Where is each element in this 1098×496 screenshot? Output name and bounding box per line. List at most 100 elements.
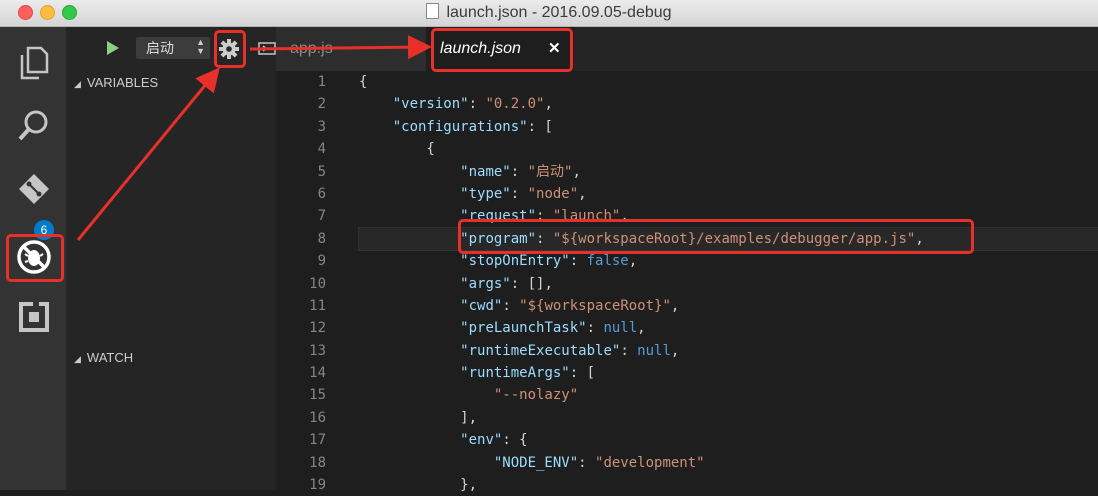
code-line: "runtimeArgs": [	[359, 362, 1098, 384]
code-token: "启动"	[527, 163, 573, 180]
code-lines: { "version": "0.2.0", "configurations": …	[358, 71, 1098, 496]
code-line: {	[359, 138, 1098, 160]
watch-section-header[interactable]: ◢ WATCH	[66, 347, 276, 369]
tab-app-js[interactable]: app.js	[276, 27, 426, 71]
code-line: "version": "0.2.0",	[359, 93, 1098, 115]
code-token: "preLaunchTask"	[460, 320, 587, 337]
code-token: : {	[502, 432, 528, 449]
code-token: :	[510, 163, 528, 180]
code-token: null	[637, 342, 671, 359]
collapse-triangle-icon: ◢	[74, 79, 81, 89]
code-token: "node"	[527, 185, 579, 202]
code-token: {	[359, 141, 435, 158]
code-token: ,	[637, 320, 646, 337]
annotation-box-debug-icon	[6, 234, 64, 282]
line-number: 14	[309, 365, 326, 382]
code-token: :	[569, 253, 587, 270]
line-number: 10	[309, 275, 326, 292]
line-number-gutter: 1 2 3 4 5 6 7 8 9 10 11 12 13 14 15 16 17 18 19	[276, 71, 346, 496]
title-bar: launch.json - 2016.09.05-debug	[0, 0, 1098, 27]
play-icon[interactable]	[106, 40, 120, 61]
line-number: 19	[309, 477, 326, 494]
line-number: 15	[309, 387, 326, 404]
line-number: 12	[309, 320, 326, 337]
code-token: :	[502, 297, 520, 314]
code-token: "${workspaceRoot}"	[519, 297, 671, 314]
tab-label: app.js	[290, 40, 333, 57]
line-number: 4	[317, 141, 326, 158]
code-line: "NODE_ENV": "development"	[359, 452, 1098, 474]
code-token: "name"	[460, 163, 511, 180]
code-token: :	[578, 454, 596, 471]
line-number: 11	[309, 297, 326, 314]
line-number: 16	[309, 409, 326, 426]
code-line: {	[359, 71, 1098, 93]
code-line: "env": {	[359, 429, 1098, 451]
code-token: null	[603, 320, 638, 337]
code-token: ,	[572, 163, 581, 180]
code-line: ],	[359, 407, 1098, 429]
code-line: "--nolazy"	[359, 384, 1098, 406]
code-token: "development"	[595, 454, 705, 471]
line-number: 9	[317, 253, 326, 270]
code-token: ,	[628, 253, 638, 270]
line-number: 5	[317, 163, 326, 180]
code-token: ,	[544, 96, 553, 113]
document-icon	[426, 3, 440, 19]
code-token: "runtimeExecutable"	[460, 342, 621, 359]
code-token: {	[359, 74, 368, 90]
code-line: "type": "node",	[359, 183, 1098, 205]
code-line: "runtimeExecutable": null,	[359, 340, 1098, 362]
extensions-icon[interactable]	[12, 295, 56, 339]
code-line: "preLaunchTask": null,	[359, 317, 1098, 339]
line-number: 3	[317, 118, 326, 135]
code-token: "version"	[392, 96, 469, 113]
code-token: :	[468, 96, 486, 113]
files-icon[interactable]	[12, 41, 56, 85]
code-token: "type"	[460, 185, 511, 202]
code-line: "name": "启动",	[359, 161, 1098, 183]
code-token: "runtimeArgs"	[460, 365, 570, 382]
variables-section-header[interactable]: ◢ VARIABLES	[66, 72, 276, 94]
code-token: ,	[670, 297, 680, 314]
debug-config-select[interactable]: 启动 ▲ ▼	[136, 37, 210, 59]
code-token: "0.2.0"	[485, 96, 545, 113]
code-token: "NODE_ENV"	[493, 454, 579, 471]
debug-sidebar: 启动 ▲ ▼ ◢ VARIABLES ◢ WATCH	[66, 27, 276, 490]
code-token: :	[586, 320, 604, 337]
git-icon[interactable]	[12, 167, 56, 211]
collapse-triangle-icon: ◢	[74, 354, 81, 364]
code-line: "args": [],	[359, 273, 1098, 295]
split-editor-icon[interactable]	[258, 41, 276, 60]
code-token: : [],	[510, 275, 553, 292]
line-number: 7	[317, 208, 326, 225]
code-token: ,	[670, 342, 680, 359]
code-line: "cwd": "${workspaceRoot}",	[359, 295, 1098, 317]
code-line: "configurations": [	[359, 116, 1098, 138]
line-number: 6	[317, 185, 326, 202]
window-title: launch.json - 2016.09.05-debug	[446, 4, 672, 21]
code-token: "--nolazy"	[493, 387, 579, 404]
code-token: },	[359, 477, 478, 494]
search-icon[interactable]	[12, 103, 56, 147]
line-number: 8	[317, 230, 326, 247]
code-token: "args"	[460, 275, 511, 292]
code-editor[interactable]: 1 2 3 4 5 6 7 8 9 10 11 12 13 14 15 16 17 18 19 { "version…	[276, 71, 1098, 493]
code-token: "cwd"	[460, 297, 503, 314]
annotation-box-launch-tab	[431, 28, 573, 72]
